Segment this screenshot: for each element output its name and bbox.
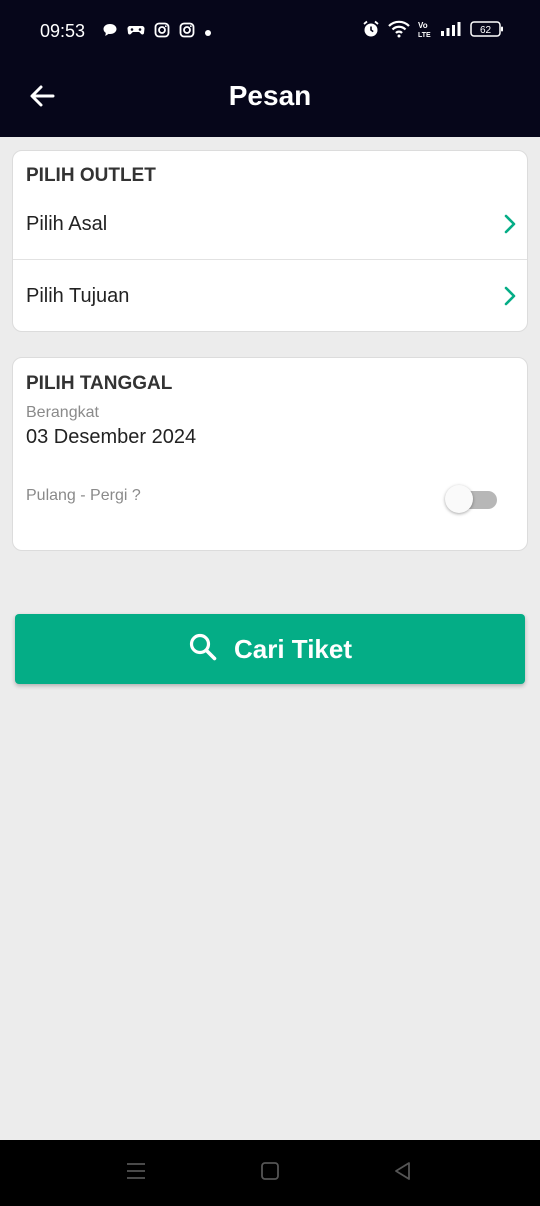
back-nav-button[interactable] xyxy=(389,1160,417,1186)
status-bar: 09:53 Vo LTE 62 xyxy=(0,0,540,62)
instagram-icon xyxy=(179,22,195,43)
origin-label: Pilih Asal xyxy=(26,213,108,235)
instagram-icon xyxy=(154,22,170,43)
menu-icon xyxy=(125,1161,147,1186)
battery-icon: 62 xyxy=(470,20,504,43)
toggle-knob xyxy=(445,485,473,513)
status-left-icons xyxy=(102,22,212,43)
system-nav-bar xyxy=(0,1140,540,1206)
home-square-icon xyxy=(260,1161,280,1186)
status-right-icons: Vo LTE 62 xyxy=(362,20,504,43)
svg-text:Vo: Vo xyxy=(418,21,428,30)
date-section-title: PILIH TANGGAL xyxy=(26,373,173,394)
chevron-right-icon xyxy=(503,285,517,312)
menu-button[interactable] xyxy=(122,1160,150,1186)
destination-row[interactable]: Pilih Tujuan xyxy=(13,261,527,331)
wifi-icon xyxy=(388,20,410,43)
date-card: PILIH TANGGAL Berangkat 03 Desember 2024… xyxy=(12,357,528,551)
origin-row[interactable]: Pilih Asal xyxy=(13,189,527,259)
home-button[interactable] xyxy=(256,1160,284,1186)
departure-date[interactable]: 03 Desember 2024 xyxy=(26,426,196,449)
round-trip-label: Pulang - Pergi ? xyxy=(26,487,141,504)
departure-label: Berangkat xyxy=(26,404,99,421)
search-icon xyxy=(188,632,218,667)
game-controller-icon xyxy=(127,22,145,43)
outlet-section-title: PILIH OUTLET xyxy=(26,165,156,186)
svg-text:LTE: LTE xyxy=(418,32,431,38)
destination-label: Pilih Tujuan xyxy=(26,285,130,307)
dot-icon xyxy=(204,24,212,42)
search-ticket-button[interactable]: Cari Tiket xyxy=(15,614,525,684)
signal-icon xyxy=(440,21,462,42)
battery-level: 62 xyxy=(480,25,492,36)
round-trip-toggle[interactable] xyxy=(445,484,503,514)
outlet-card: PILIH OUTLET Pilih Asal Pilih Tujuan xyxy=(12,150,528,332)
status-time: 09:53 xyxy=(40,21,86,41)
chevron-right-icon xyxy=(503,213,517,240)
app-bar: Pesan xyxy=(0,62,540,137)
page-title: Pesan xyxy=(228,80,312,111)
chat-bubble-icon xyxy=(102,22,118,43)
alarm-icon xyxy=(362,20,380,43)
back-triangle-icon xyxy=(393,1161,413,1186)
volte-icon: Vo LTE xyxy=(418,20,432,43)
search-button-label: Cari Tiket xyxy=(233,633,352,664)
divider xyxy=(13,259,527,260)
